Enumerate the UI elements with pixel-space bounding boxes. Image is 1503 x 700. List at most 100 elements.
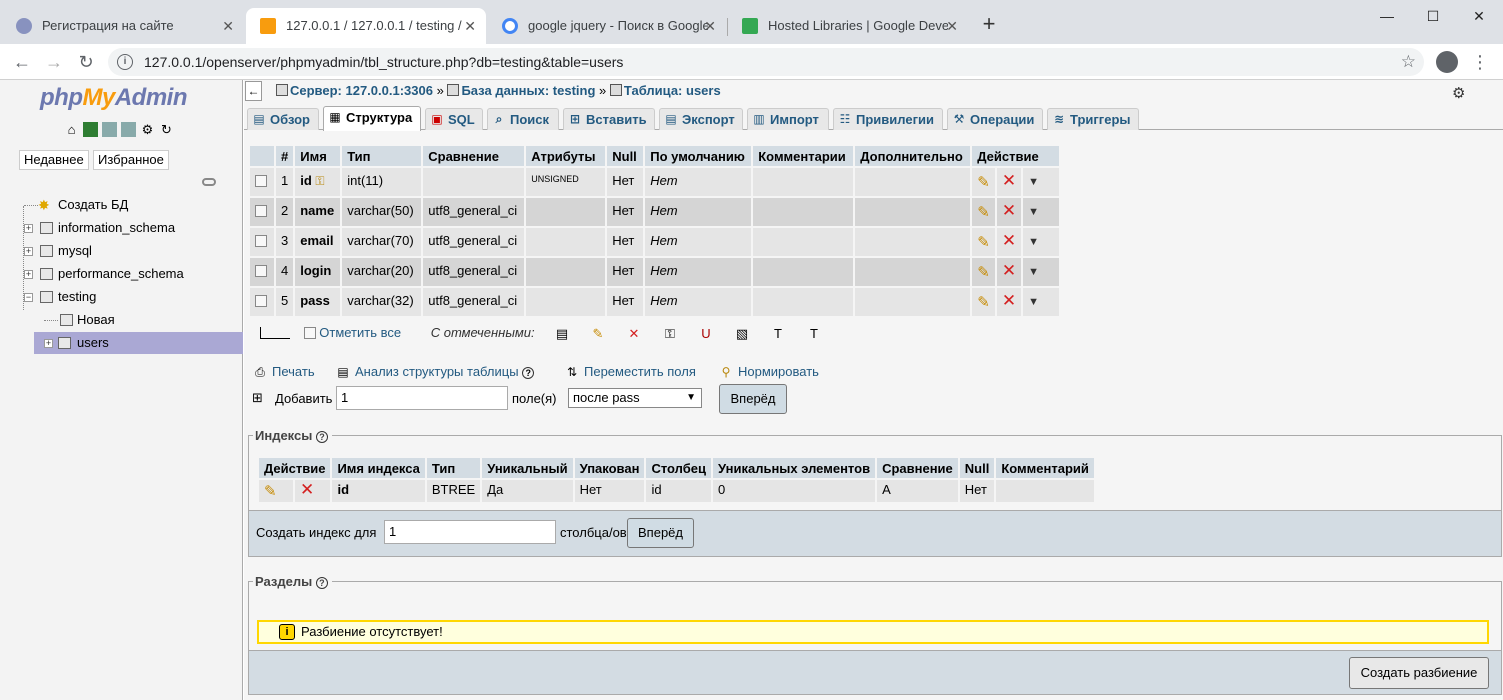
browser-tab-4[interactable]: Hosted Libraries | Google Devel ✕: [728, 8, 968, 44]
check-all-checkbox[interactable]: [303, 327, 316, 339]
drop-selected-x-icon[interactable]: ✕: [626, 326, 642, 342]
maximize-button[interactable]: ☐: [1410, 2, 1456, 30]
close-tab-icon[interactable]: ✕: [464, 8, 476, 44]
edit-pencil-icon[interactable]: ✎: [977, 234, 990, 251]
more-dropdown-icon[interactable]: ▼: [1028, 206, 1039, 218]
tab-privileges[interactable]: ☷ Привилегии: [833, 108, 943, 130]
reload-button[interactable]: ↻: [72, 48, 100, 76]
breadcrumb-database[interactable]: База данных: testing: [461, 83, 595, 98]
close-tab-icon[interactable]: ✕: [946, 8, 958, 44]
bookmark-star-icon[interactable]: ☆: [1401, 48, 1416, 76]
tab-operations[interactable]: ⚒ Операции: [947, 108, 1043, 130]
print-link[interactable]: ⎙ Печать: [252, 364, 314, 380]
browse-selected-icon[interactable]: ▤: [554, 326, 570, 342]
docs-icon[interactable]: [102, 122, 117, 137]
minimize-button[interactable]: —: [1364, 2, 1410, 30]
expand-icon[interactable]: +: [24, 270, 33, 279]
check-all-link[interactable]: Отметить все: [319, 325, 401, 340]
info-icon[interactable]: i: [117, 54, 133, 70]
drop-x-icon[interactable]: ✕: [1002, 291, 1016, 310]
add-columns-go-button[interactable]: Вперёд: [719, 384, 787, 414]
more-dropdown-icon[interactable]: ▼: [1028, 266, 1039, 278]
recent-tables-button[interactable]: Недавнее: [19, 150, 89, 170]
expand-icon[interactable]: +: [44, 339, 53, 348]
tab-import[interactable]: ▥ Импорт: [747, 108, 829, 130]
index-columns-count-input[interactable]: 1: [384, 520, 556, 544]
drop-x-icon[interactable]: ✕: [1002, 231, 1016, 250]
row-checkbox[interactable]: [255, 265, 267, 277]
edit-pencil-icon[interactable]: ✎: [977, 174, 990, 191]
sql-docs-icon[interactable]: [121, 122, 136, 137]
tree-item-performance-schema[interactable]: + performance_schema: [0, 263, 243, 285]
more-dropdown-icon[interactable]: ▼: [1028, 236, 1039, 248]
close-window-button[interactable]: ✕: [1456, 2, 1502, 30]
unique-selected-icon[interactable]: U: [698, 326, 714, 342]
tree-item-testing[interactable]: − testing: [0, 286, 243, 308]
tree-item-mysql[interactable]: + mysql: [0, 240, 243, 262]
new-tab-button[interactable]: +: [978, 10, 1000, 38]
address-bar[interactable]: i 127.0.0.1/openserver/phpmyadmin/tbl_st…: [108, 48, 1424, 76]
collapse-navigation-button[interactable]: ←: [245, 81, 262, 101]
breadcrumb-server[interactable]: Сервер: 127.0.0.1:3306: [290, 83, 433, 98]
create-partitioning-button[interactable]: Создать разбиение: [1349, 657, 1489, 689]
spatial-selected-icon[interactable]: T: [806, 326, 822, 342]
browser-menu-icon[interactable]: ⋮: [1470, 48, 1490, 76]
close-tab-icon[interactable]: ✕: [704, 8, 716, 44]
add-columns-count-input[interactable]: 1: [336, 386, 508, 410]
row-checkbox[interactable]: [255, 175, 267, 187]
tab-insert[interactable]: ⊞ Вставить: [563, 108, 655, 130]
move-columns-link[interactable]: ⇅ Переместить поля: [564, 364, 696, 380]
help-icon[interactable]: ?: [522, 367, 535, 379]
expand-icon[interactable]: +: [24, 247, 33, 256]
drop-index-x-icon[interactable]: ✕: [300, 480, 314, 499]
drop-x-icon[interactable]: ✕: [1002, 171, 1016, 190]
column-position-select[interactable]: после pass ▼: [568, 388, 702, 408]
fulltext-selected-icon[interactable]: T: [770, 326, 786, 342]
home-icon[interactable]: ⌂: [64, 122, 79, 137]
settings-gear-icon[interactable]: ⚙: [140, 122, 155, 137]
browser-tab-3[interactable]: google jquery - Поиск в Google ✕: [488, 8, 726, 44]
sql-query-icon[interactable]: [83, 122, 98, 137]
settings-gear-icon[interactable]: ⚙: [1452, 84, 1465, 102]
tree-item-information-schema[interactable]: + information_schema: [0, 217, 243, 239]
browser-tab-2[interactable]: 127.0.0.1 / 127.0.0.1 / testing / us ✕: [246, 8, 486, 44]
create-index-go-button[interactable]: Вперёд: [627, 518, 694, 548]
more-dropdown-icon[interactable]: ▼: [1028, 296, 1039, 308]
refresh-icon[interactable]: ↻: [159, 122, 174, 137]
tab-sql[interactable]: ▣ SQL: [425, 108, 483, 130]
tab-browse[interactable]: ▤ Обзор: [247, 108, 319, 130]
edit-index-pencil-icon[interactable]: ✎: [264, 483, 277, 500]
tab-search[interactable]: ⌕ Поиск: [487, 108, 559, 130]
edit-pencil-icon[interactable]: ✎: [977, 264, 990, 281]
row-checkbox[interactable]: [255, 205, 267, 217]
row-checkbox[interactable]: [255, 235, 267, 247]
breadcrumb-table[interactable]: Таблица: users: [624, 83, 721, 98]
drop-x-icon[interactable]: ✕: [1002, 201, 1016, 220]
forward-button[interactable]: →: [40, 48, 68, 76]
edit-selected-pencil-icon[interactable]: ✎: [590, 326, 606, 342]
help-icon[interactable]: ?: [315, 577, 328, 589]
drop-x-icon[interactable]: ✕: [1002, 261, 1016, 280]
link-with-main-panel-icon[interactable]: [202, 178, 216, 186]
favorite-tables-button[interactable]: Избранное: [93, 150, 169, 170]
profile-avatar-icon[interactable]: [1436, 51, 1458, 73]
tree-item-users[interactable]: + users: [34, 332, 243, 354]
index-selected-icon[interactable]: ▧: [734, 326, 750, 342]
edit-pencil-icon[interactable]: ✎: [977, 204, 990, 221]
tree-item-create-db[interactable]: ✸ Создать БД: [0, 194, 243, 216]
close-tab-icon[interactable]: ✕: [222, 8, 234, 44]
more-dropdown-icon[interactable]: ▼: [1028, 176, 1039, 188]
analyze-structure-link[interactable]: ▤ Анализ структуры таблицы ?: [335, 364, 535, 380]
help-icon[interactable]: ?: [315, 431, 328, 443]
browser-tab-1[interactable]: Регистрация на сайте ✕: [2, 8, 244, 44]
tab-export[interactable]: ▤ Экспорт: [659, 108, 743, 130]
primary-key-selected-icon[interactable]: ⚿: [662, 326, 678, 342]
edit-pencil-icon[interactable]: ✎: [977, 294, 990, 311]
url-text[interactable]: 127.0.0.1/openserver/phpmyadmin/tbl_stru…: [144, 48, 623, 76]
back-button[interactable]: ←: [8, 48, 36, 76]
normalize-link[interactable]: ⚲ Нормировать: [718, 364, 819, 380]
tree-item-new-table[interactable]: Новая: [0, 309, 243, 331]
pma-logo[interactable]: phpMyAdmin: [40, 84, 188, 112]
row-checkbox[interactable]: [255, 295, 267, 307]
tab-triggers[interactable]: ≋ Триггеры: [1047, 108, 1139, 130]
